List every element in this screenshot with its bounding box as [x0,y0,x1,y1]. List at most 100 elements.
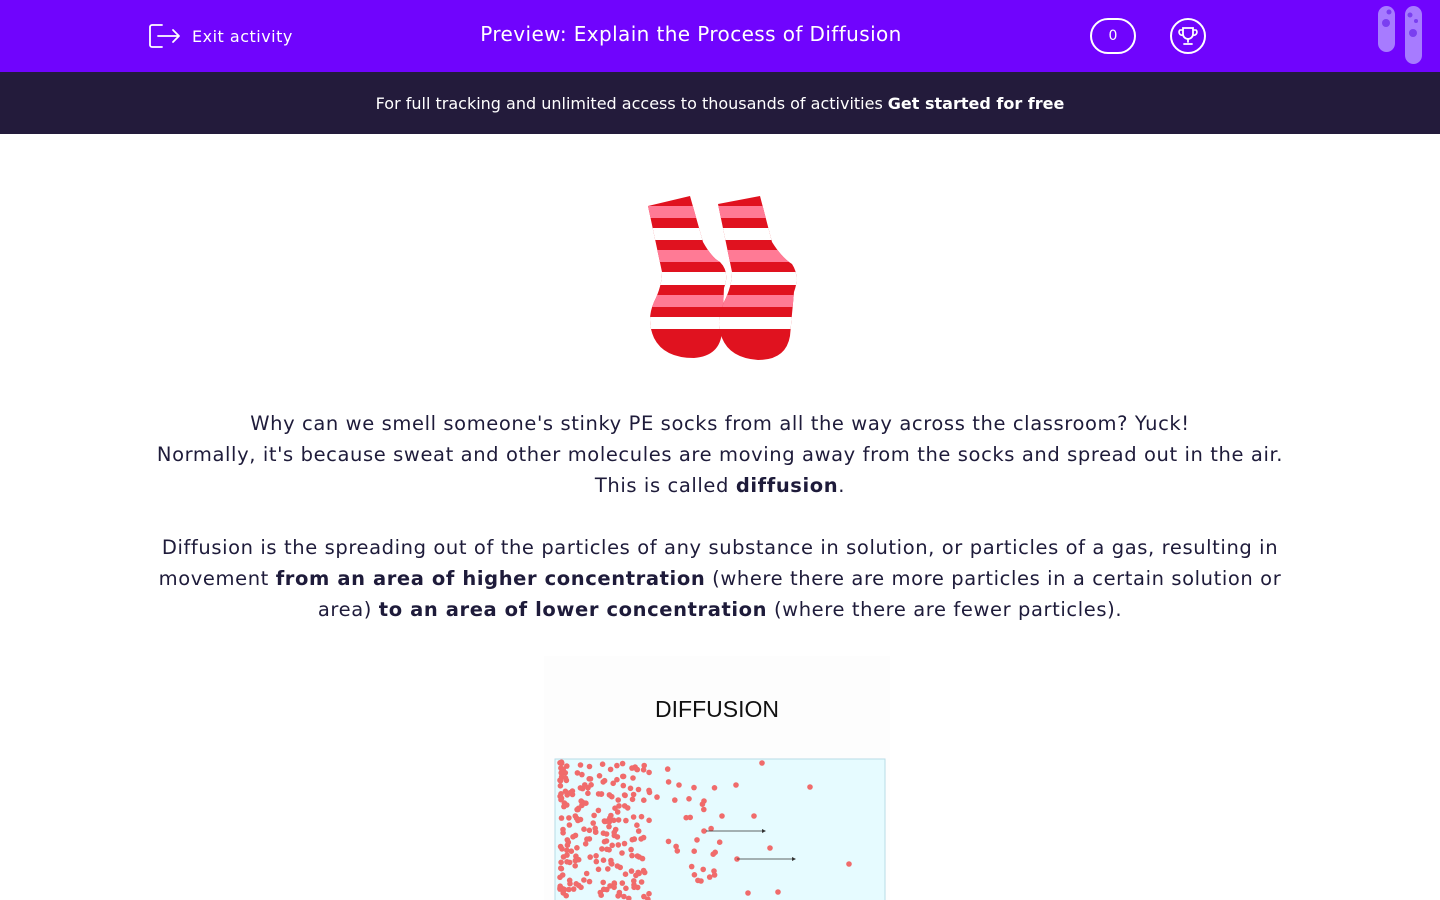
particle [620,773,627,780]
particle [574,770,581,776]
top-bar: Exit activity Preview: Explain the Proce… [0,0,1440,72]
diffusion-diagram: DIFFUSION [544,656,890,900]
particle [646,787,652,794]
particle [627,785,634,792]
particle [570,834,576,840]
particle [581,826,587,832]
particle [595,791,602,797]
particle [759,760,765,766]
particle [631,884,637,891]
particle [676,782,682,788]
lower-concentration-term: to an area of lower concentration [378,598,768,621]
particle [807,784,813,790]
particle [621,803,628,809]
particle [646,890,652,897]
particle [640,867,647,874]
particle [615,893,621,899]
particle [716,839,723,845]
particle [711,868,717,874]
particle [712,849,718,856]
particle [604,846,610,853]
particle [634,822,640,828]
particle [634,853,641,859]
particle [610,780,616,787]
particle [635,828,642,834]
trophy-button[interactable] [1170,18,1206,54]
particle [601,818,608,824]
particle [629,796,636,803]
particle [566,822,573,828]
particle [646,817,652,824]
particle [592,825,598,832]
particle [559,846,565,852]
particle [566,886,572,893]
particle [745,890,751,896]
particle [560,826,566,833]
particle [558,865,565,872]
particle [572,857,579,864]
particle [577,762,584,768]
particle [641,797,647,803]
particle [614,863,621,869]
particle [846,861,852,867]
particle [628,846,634,853]
higher-concentration-term: from an area of higher concentration [275,567,706,590]
particle [646,769,652,776]
striped-socks-image [648,196,797,360]
particle [619,850,625,856]
particle [586,776,592,782]
particle [638,813,645,820]
particle [700,866,706,873]
particle [665,779,672,785]
particle [630,775,636,781]
particle [599,761,606,767]
definition-text-c: (where there are fewer particles). [773,598,1123,621]
particle [601,777,608,784]
particle [557,874,563,881]
particle [694,837,700,843]
particle [633,872,639,879]
particle [686,796,692,802]
particle [603,831,610,837]
particle [561,803,567,810]
get-started-link[interactable]: Get started for free [888,94,1065,113]
particle [640,767,647,773]
particle [586,878,593,885]
particle [767,845,773,851]
particle [586,827,593,834]
particle [606,792,613,798]
particle [564,847,570,854]
particle [701,828,707,834]
particle [711,785,718,791]
particle [614,762,620,769]
particle [688,863,695,870]
particle [567,880,573,887]
particle [629,836,636,843]
trophy-icon [1178,27,1198,45]
particle [615,842,622,848]
particle [629,852,635,859]
particle [640,834,647,841]
particle [587,854,593,860]
particle [691,872,698,878]
page-title-text: Preview: Explain the Process of Diffusio… [480,22,902,46]
particle [574,845,580,851]
particle [719,813,725,819]
signup-banner: For full tracking and unlimited access t… [0,72,1440,134]
particle [630,791,637,798]
particle [566,815,572,821]
particle [585,790,591,797]
particle [701,806,707,813]
intro-explanation: Normally, it's because sweat and other m… [156,443,1284,497]
particle [631,878,637,884]
intro-paragraph: Why can we smell someone's stinky PE soc… [150,408,1290,501]
particle [596,773,603,779]
particle [619,880,626,886]
particle [573,881,579,887]
particle [622,871,629,877]
particle [583,800,589,806]
particle [706,874,713,880]
particle [572,863,578,869]
particle [600,879,606,886]
particle [621,840,628,847]
